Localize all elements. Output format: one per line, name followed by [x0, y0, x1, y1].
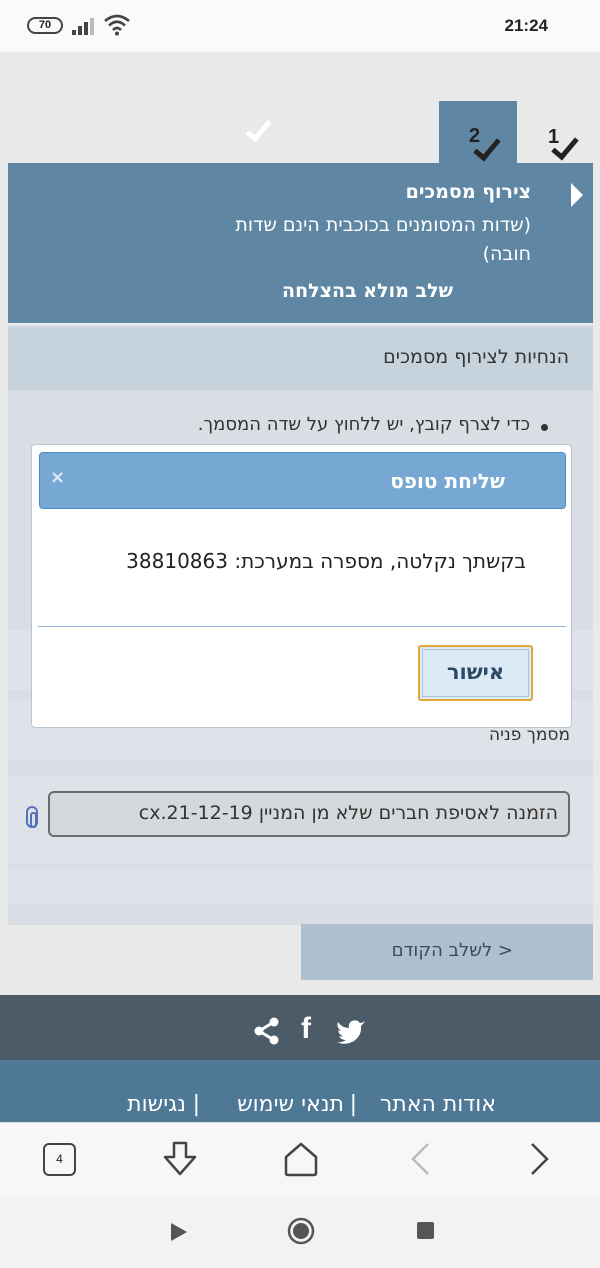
clock: 21:24	[504, 16, 548, 35]
battery-icon: 70	[27, 17, 63, 34]
share-icon[interactable]	[252, 1016, 282, 1046]
instructions-bullet: כדי לצרף קובץ, יש ללחוץ על שדה המסמך.	[197, 414, 530, 435]
instructions-header: הנחיות לצירוף מסמכים	[8, 327, 593, 390]
system-back-icon[interactable]	[417, 1222, 434, 1239]
stage-completed-check-icon	[245, 114, 272, 143]
previous-step-button[interactable]: < לשלב הקודם	[301, 924, 593, 980]
instructions-title: הנחיות לצירוף מסמכים	[383, 346, 569, 368]
status-bar: 70 21:24	[0, 0, 600, 52]
back-icon[interactable]	[408, 1142, 432, 1176]
social-bar	[0, 995, 600, 1060]
footer-link-terms[interactable]: תנאי שימוש	[237, 1092, 344, 1117]
close-icon[interactable]: ×	[50, 467, 65, 488]
stage-panel: צירוף מסמכים (שדות המסומנים בכוכבית הינם…	[8, 163, 593, 323]
footer-link-accessibility[interactable]: נגישות	[127, 1092, 186, 1117]
footer-link-about[interactable]: אודות האתר	[380, 1092, 496, 1117]
dialog-divider	[38, 626, 566, 627]
dialog-titlebar: שליחת טופס ×	[39, 452, 566, 509]
home-icon[interactable]	[282, 1140, 320, 1178]
document-label: מסמך פניה	[489, 725, 570, 745]
dialog-message: בקשתך נקלטה, מספרה במערכת: 38810863	[126, 549, 526, 573]
footer-links: אודות האתר | תנאי שימוש | נגישות	[0, 1060, 600, 1125]
footer-separator: |	[192, 1092, 200, 1117]
bullet-dot	[541, 424, 548, 431]
download-icon[interactable]	[161, 1140, 199, 1178]
wifi-icon	[104, 14, 130, 36]
forward-icon[interactable]	[528, 1142, 552, 1176]
signal-icon	[72, 17, 96, 35]
stage-completed-text: שלב מולא בהצלחה	[282, 280, 453, 302]
section-strip	[8, 867, 593, 905]
ok-button[interactable]: אישור	[418, 645, 533, 701]
stage-subtitle: (שדות המסומנים בכוכבית הינם שדות חובה)	[235, 214, 531, 265]
stage-title: צירוף מסמכים	[405, 181, 531, 203]
recent-apps-icon[interactable]	[170, 1222, 188, 1242]
expand-arrow-icon[interactable]	[571, 183, 583, 207]
document-file-field[interactable]: הזמנה לאסיפת חברים שלא מן המניין 19-cx.2…	[48, 791, 570, 837]
tabs-count-button[interactable]: 4	[43, 1143, 76, 1176]
submit-form-dialog: שליחת טופס × בקשתך נקלטה, מספרה במערכת: …	[31, 444, 572, 728]
system-home-icon[interactable]	[287, 1217, 315, 1245]
facebook-icon[interactable]: f	[301, 1012, 311, 1046]
dialog-title: שליחת טופס	[390, 469, 505, 493]
paperclip-icon[interactable]	[26, 806, 38, 828]
previous-step-label: < לשלב הקודם	[391, 940, 513, 961]
footer-separator: |	[349, 1092, 357, 1117]
twitter-icon[interactable]	[336, 1018, 366, 1044]
